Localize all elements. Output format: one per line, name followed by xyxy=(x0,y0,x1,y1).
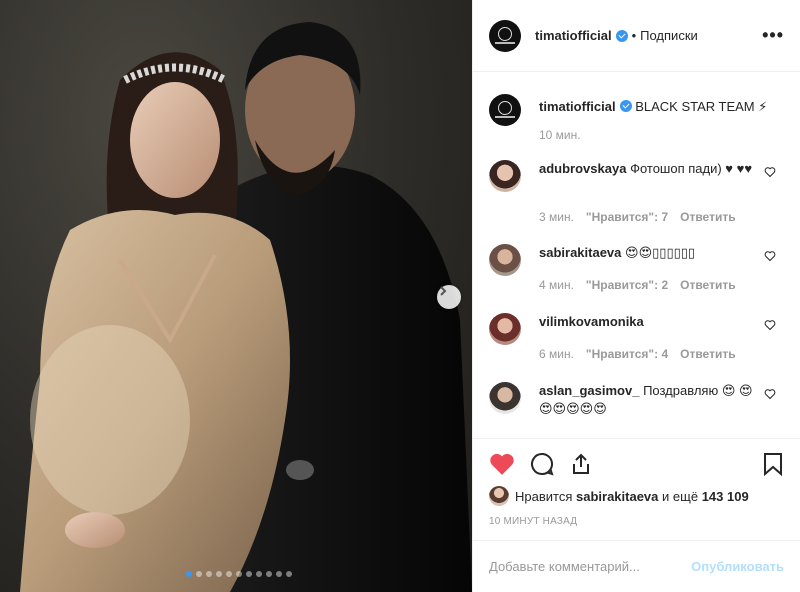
next-slide-button[interactable] xyxy=(437,285,461,309)
author-username[interactable]: timatiofficial xyxy=(535,28,612,43)
comment-username[interactable]: vilimkovamonika xyxy=(539,314,644,329)
carousel-dot xyxy=(256,571,262,577)
comment-username[interactable]: sabirakitaeva xyxy=(539,245,621,260)
comment-item: adubrovskaya Фотошоп пади) ♥ ♥♥ 3 мин. "… xyxy=(489,160,784,228)
likes-prefix: Нравится xyxy=(515,488,573,504)
carousel-dot xyxy=(216,571,222,577)
comment-text-line: sabirakitaeva 😍😍▯▯▯▯▯▯ xyxy=(539,244,761,262)
carousel-dot xyxy=(226,571,232,577)
comment-input[interactable] xyxy=(489,559,692,574)
commenter-avatar[interactable] xyxy=(489,244,521,276)
comment-likes-count[interactable]: "Нравится": 2 xyxy=(586,278,668,292)
comment-bubble-icon[interactable] xyxy=(529,452,555,476)
publish-button[interactable]: Опубликовать xyxy=(691,559,784,574)
commenter-avatar[interactable] xyxy=(489,382,521,414)
caption-time: 10 мин. xyxy=(539,128,581,142)
comment-item: vilimkovamonika 6 мин. "Нравится": 4 Отв… xyxy=(489,313,784,381)
comment-like-heart-icon[interactable] xyxy=(764,166,776,178)
share-icon[interactable] xyxy=(569,452,593,476)
liker-avatar[interactable] xyxy=(489,486,509,506)
post-header: timatiofficial • Подписки ••• xyxy=(473,0,800,72)
verified-badge-icon xyxy=(619,100,632,112)
separator-dot: • xyxy=(631,28,637,43)
comment-reply-button[interactable]: Ответить xyxy=(680,347,735,361)
likes-count[interactable]: 143 109 xyxy=(702,489,749,504)
comment-meta: 3 мин. "Нравится": 7 Ответить xyxy=(539,210,736,224)
carousel-indicator xyxy=(186,571,292,577)
carousel-dot xyxy=(196,571,202,577)
comment-item: aslan_gasimov_ Поздравляю 😍 😍😍😍😍😍😍 xyxy=(489,382,784,438)
likes-middle: и ещё xyxy=(662,488,699,504)
heart-filled-icon[interactable] xyxy=(489,452,515,476)
carousel-dot xyxy=(186,571,192,577)
comment-time: 4 мин. xyxy=(539,278,574,292)
comment-like-heart-icon[interactable] xyxy=(764,319,776,331)
more-options-icon[interactable]: ••• xyxy=(762,25,784,46)
photo-illustration xyxy=(20,22,472,592)
caption-text-line: timatiofficial BLACK STAR TEAM ⚡ xyxy=(539,98,789,116)
post-side-panel: timatiofficial • Подписки ••• timatioffi… xyxy=(472,0,800,592)
comment-reply-button[interactable]: Ответить xyxy=(680,210,735,224)
liker-username[interactable]: sabirakitaeva xyxy=(576,489,658,504)
caption-text: BLACK STAR TEAM ⚡ xyxy=(635,99,768,114)
post-timestamp: 10 МИНУТ НАЗАД xyxy=(489,516,578,527)
comment-like-heart-icon[interactable] xyxy=(764,388,776,400)
commenter-avatar[interactable] xyxy=(489,313,521,345)
comment-likes-count[interactable]: "Нравится": 4 xyxy=(586,347,668,361)
following-button[interactable]: Подписки xyxy=(640,28,698,43)
comment-text-line: adubrovskaya Фотошоп пади) ♥ ♥♥ xyxy=(539,160,761,178)
comment-text: 😍😍▯▯▯▯▯▯ xyxy=(625,245,696,260)
chevron-right-icon xyxy=(440,286,447,296)
comment-like-heart-icon[interactable] xyxy=(764,250,776,262)
carousel-dot xyxy=(236,571,242,577)
author-avatar[interactable] xyxy=(489,19,521,52)
comment-username[interactable]: aslan_gasimov_ xyxy=(539,383,639,398)
comment-text: Фотошоп пади) ♥ ♥♥ xyxy=(630,161,753,176)
likes-summary: Нравится sabirakitaeva и ещё 143 109 xyxy=(489,486,784,506)
bookmark-icon[interactable] xyxy=(762,452,784,476)
carousel-dot xyxy=(266,571,272,577)
comment-likes-count[interactable]: "Нравится": 7 xyxy=(586,210,668,224)
carousel-dot xyxy=(276,571,282,577)
carousel-dot xyxy=(246,571,252,577)
post-photo[interactable] xyxy=(0,0,472,592)
commenter-avatar[interactable] xyxy=(489,160,521,192)
comment-username[interactable]: adubrovskaya xyxy=(539,161,626,176)
add-comment-bar: Опубликовать xyxy=(473,540,800,592)
post-actions-bar xyxy=(489,447,784,481)
verified-badge-icon xyxy=(615,29,628,42)
comment-time: 3 мин. xyxy=(539,210,574,224)
comment-meta: 4 мин. "Нравится": 2 Ответить xyxy=(539,278,736,292)
comment-time: 6 мин. xyxy=(539,347,574,361)
caption-author-avatar[interactable] xyxy=(489,94,521,126)
caption-username[interactable]: timatiofficial xyxy=(539,99,616,114)
comment-item: sabirakitaeva 😍😍▯▯▯▯▯▯ 4 мин. "Нравится"… xyxy=(489,244,784,312)
comment-meta: 6 мин. "Нравится": 4 Ответить xyxy=(539,347,736,361)
carousel-dot xyxy=(286,571,292,577)
comment-reply-button[interactable]: Ответить xyxy=(680,278,735,292)
comment-text-line: aslan_gasimov_ Поздравляю 😍 😍😍😍😍😍😍 xyxy=(539,382,761,418)
carousel-dot xyxy=(206,571,212,577)
comments-list[interactable]: timatiofficial BLACK STAR TEAM ⚡ 10 мин.… xyxy=(473,72,800,439)
comment-text-line: vilimkovamonika xyxy=(539,313,761,331)
